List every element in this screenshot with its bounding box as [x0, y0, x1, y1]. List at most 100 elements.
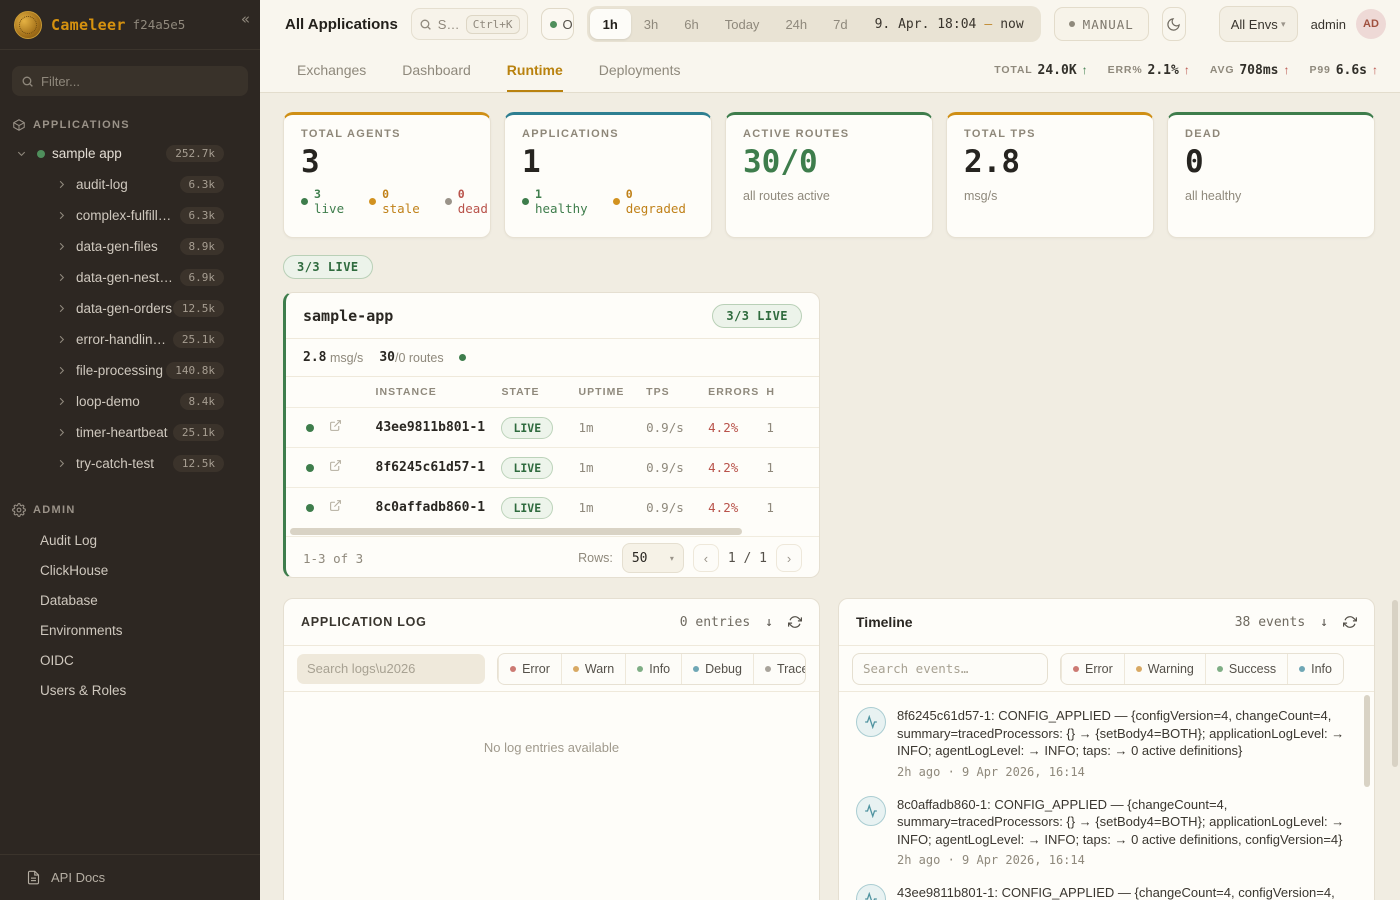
log-search[interactable] [297, 654, 485, 684]
rows-per-page-select[interactable]: 50 ▾ [622, 543, 684, 573]
log-level-filter-button[interactable]: Debug [681, 654, 753, 684]
sidebar-route-item[interactable]: try-catch-test 12.5k [0, 448, 260, 479]
app-panel-title[interactable]: sample-app [303, 307, 393, 325]
tab[interactable]: Exchanges [297, 48, 366, 92]
refresh-icon[interactable] [1343, 615, 1357, 629]
sidebar-admin-item[interactable]: Environments [0, 615, 260, 645]
log-level-filter-button[interactable]: Trace [753, 654, 806, 684]
sidebar-admin-item[interactable]: ClickHouse [0, 555, 260, 585]
sidebar-route-item[interactable]: timer-heartbeat 25.1k [0, 417, 260, 448]
main-content: TOTAL AGENTS 3 3 live [260, 93, 1400, 900]
timeline-filter-button[interactable]: Info [1287, 654, 1343, 684]
sidebar-route-item[interactable]: audit-log 6.3k [0, 169, 260, 200]
chevron-right-icon[interactable] [56, 365, 67, 376]
chevron-right-icon[interactable] [56, 179, 67, 190]
sidebar-route-item[interactable]: error-handling-… 25.1k [0, 324, 260, 355]
connection-status-pill[interactable]: O [541, 8, 574, 40]
sidebar-filter-input[interactable] [41, 74, 239, 89]
table-horizontal-scrollbar[interactable] [290, 528, 815, 536]
timeline-search[interactable] [852, 653, 1048, 685]
sidebar-route-item[interactable]: data-gen-neste… 6.9k [0, 262, 260, 293]
card-total-tps: TOTAL TPS 2.8 msg/s [946, 112, 1154, 238]
sidebar-header: Cameleer f24a5e5 « [0, 0, 260, 50]
admin-section-label: ADMIN [33, 504, 76, 516]
sidebar-admin-item[interactable]: OIDC [0, 645, 260, 675]
time-range-button[interactable]: Today [712, 9, 773, 39]
chevron-right-icon[interactable] [56, 427, 67, 438]
external-link-icon[interactable] [329, 419, 342, 432]
time-range-display[interactable]: 9. Apr. 18:04 — now [861, 17, 1038, 32]
col-heap: H [766, 386, 819, 398]
timeline-filter-button[interactable]: Error [1061, 654, 1124, 684]
log-level-filter-button[interactable]: Warn [561, 654, 625, 684]
next-page-button[interactable]: › [776, 544, 802, 572]
chevron-right-icon[interactable] [56, 272, 67, 283]
log-level-filter-button[interactable]: Info [625, 654, 681, 684]
log-level-filter-button[interactable]: Error [498, 654, 561, 684]
sidebar-route-item[interactable]: data-gen-files 8.9k [0, 231, 260, 262]
activity-icon [856, 707, 886, 737]
sidebar-admin-item[interactable]: Database [0, 585, 260, 615]
external-link-icon[interactable] [329, 499, 342, 512]
sidebar-route-item[interactable]: file-processing 140.8k [0, 355, 260, 386]
sidebar-filter[interactable] [12, 66, 248, 96]
download-icon[interactable]: ↓ [1320, 615, 1328, 630]
refresh-icon[interactable] [788, 615, 802, 629]
chevron-right-icon[interactable] [56, 458, 67, 469]
instance-uptime: 1m [578, 420, 646, 435]
sidebar-route-item[interactable]: complex-fulfillm… 6.3k [0, 200, 260, 231]
timeline-filter-button[interactable]: Warning [1124, 654, 1205, 684]
global-search[interactable]: Ctrl+K [411, 8, 528, 40]
instance-row[interactable]: 8c0affadb860-1 LIVE 1m 0.9/s 4.2% 1 [286, 487, 819, 527]
instance-row[interactable]: 8f6245c61d57-1 LIVE 1m 0.9/s 4.2% 1 [286, 447, 819, 487]
substat-dot [522, 198, 529, 205]
sidebar-route-item[interactable]: data-gen-orders 12.5k [0, 293, 260, 324]
log-search-input[interactable] [307, 661, 475, 676]
theme-toggle-button[interactable] [1162, 7, 1186, 41]
brand-name: Cameleer [51, 16, 126, 34]
timeline-event[interactable]: 43ee9811b801-1: CONFIG_APPLIED — {change… [856, 884, 1348, 900]
kpi-item: AVG 708ms ↑ [1210, 63, 1290, 78]
time-range-button[interactable]: 1h [590, 9, 631, 39]
timeline-event[interactable]: 8c0affadb860-1: CONFIG_APPLIED — {change… [856, 796, 1348, 868]
sidebar-admin-item[interactable]: Users & Roles [0, 675, 260, 705]
chevron-right-icon[interactable] [56, 210, 67, 221]
level-dot [765, 666, 771, 672]
tab[interactable]: Deployments [599, 48, 681, 92]
time-range-button[interactable]: 3h [631, 9, 671, 39]
instance-row[interactable]: 43ee9811b801-1 LIVE 1m 0.9/s 4.2% 1 [286, 407, 819, 447]
chevron-right-icon[interactable] [56, 334, 67, 345]
chevron-right-icon[interactable] [56, 241, 67, 252]
chevron-right-icon[interactable] [56, 396, 67, 407]
prev-page-button[interactable]: ‹ [693, 544, 719, 572]
timeline-event[interactable]: 8f6245c61d57-1: CONFIG_APPLIED — {config… [856, 707, 1348, 779]
env-select[interactable]: All Envs ▾ [1219, 6, 1298, 42]
global-search-input[interactable] [438, 17, 460, 32]
timeline-search-input[interactable] [863, 661, 1037, 676]
download-icon[interactable]: ↓ [765, 615, 773, 630]
time-range-button[interactable]: 7d [820, 9, 860, 39]
page-scrollbar[interactable] [1392, 600, 1398, 767]
avatar[interactable]: AD [1356, 9, 1386, 39]
external-link-icon[interactable] [329, 459, 342, 472]
time-range-button[interactable]: 6h [671, 9, 711, 39]
card-total-agents: TOTAL AGENTS 3 3 live [283, 112, 491, 238]
refresh-mode-button[interactable]: MANUAL [1054, 7, 1149, 41]
sidebar-item-sample-app[interactable]: sample app 252.7k [0, 138, 260, 169]
admin-list: Audit Log ClickHouse Database Environmen… [0, 525, 260, 705]
tab[interactable]: Dashboard [402, 48, 471, 92]
time-range-button[interactable]: 24h [772, 9, 820, 39]
timeline-filter-button[interactable]: Success [1205, 654, 1287, 684]
instance-errors: 4.2% [708, 460, 766, 475]
route-count-badge: 8.4k [180, 393, 225, 410]
chevron-right-icon[interactable] [56, 303, 67, 314]
timeline-scrollbar[interactable] [1364, 695, 1370, 787]
sidebar-admin-item[interactable]: Audit Log [0, 525, 260, 555]
sidebar-collapse-icon[interactable]: « [241, 10, 250, 28]
chevron-down-icon[interactable] [16, 148, 27, 159]
api-docs-link[interactable]: API Docs [0, 854, 260, 900]
sidebar-route-item[interactable]: loop-demo 8.4k [0, 386, 260, 417]
tab[interactable]: Runtime [507, 48, 563, 92]
app-name: sample app [52, 146, 122, 161]
live-summary-badge[interactable]: 3/3 LIVE [283, 255, 373, 279]
